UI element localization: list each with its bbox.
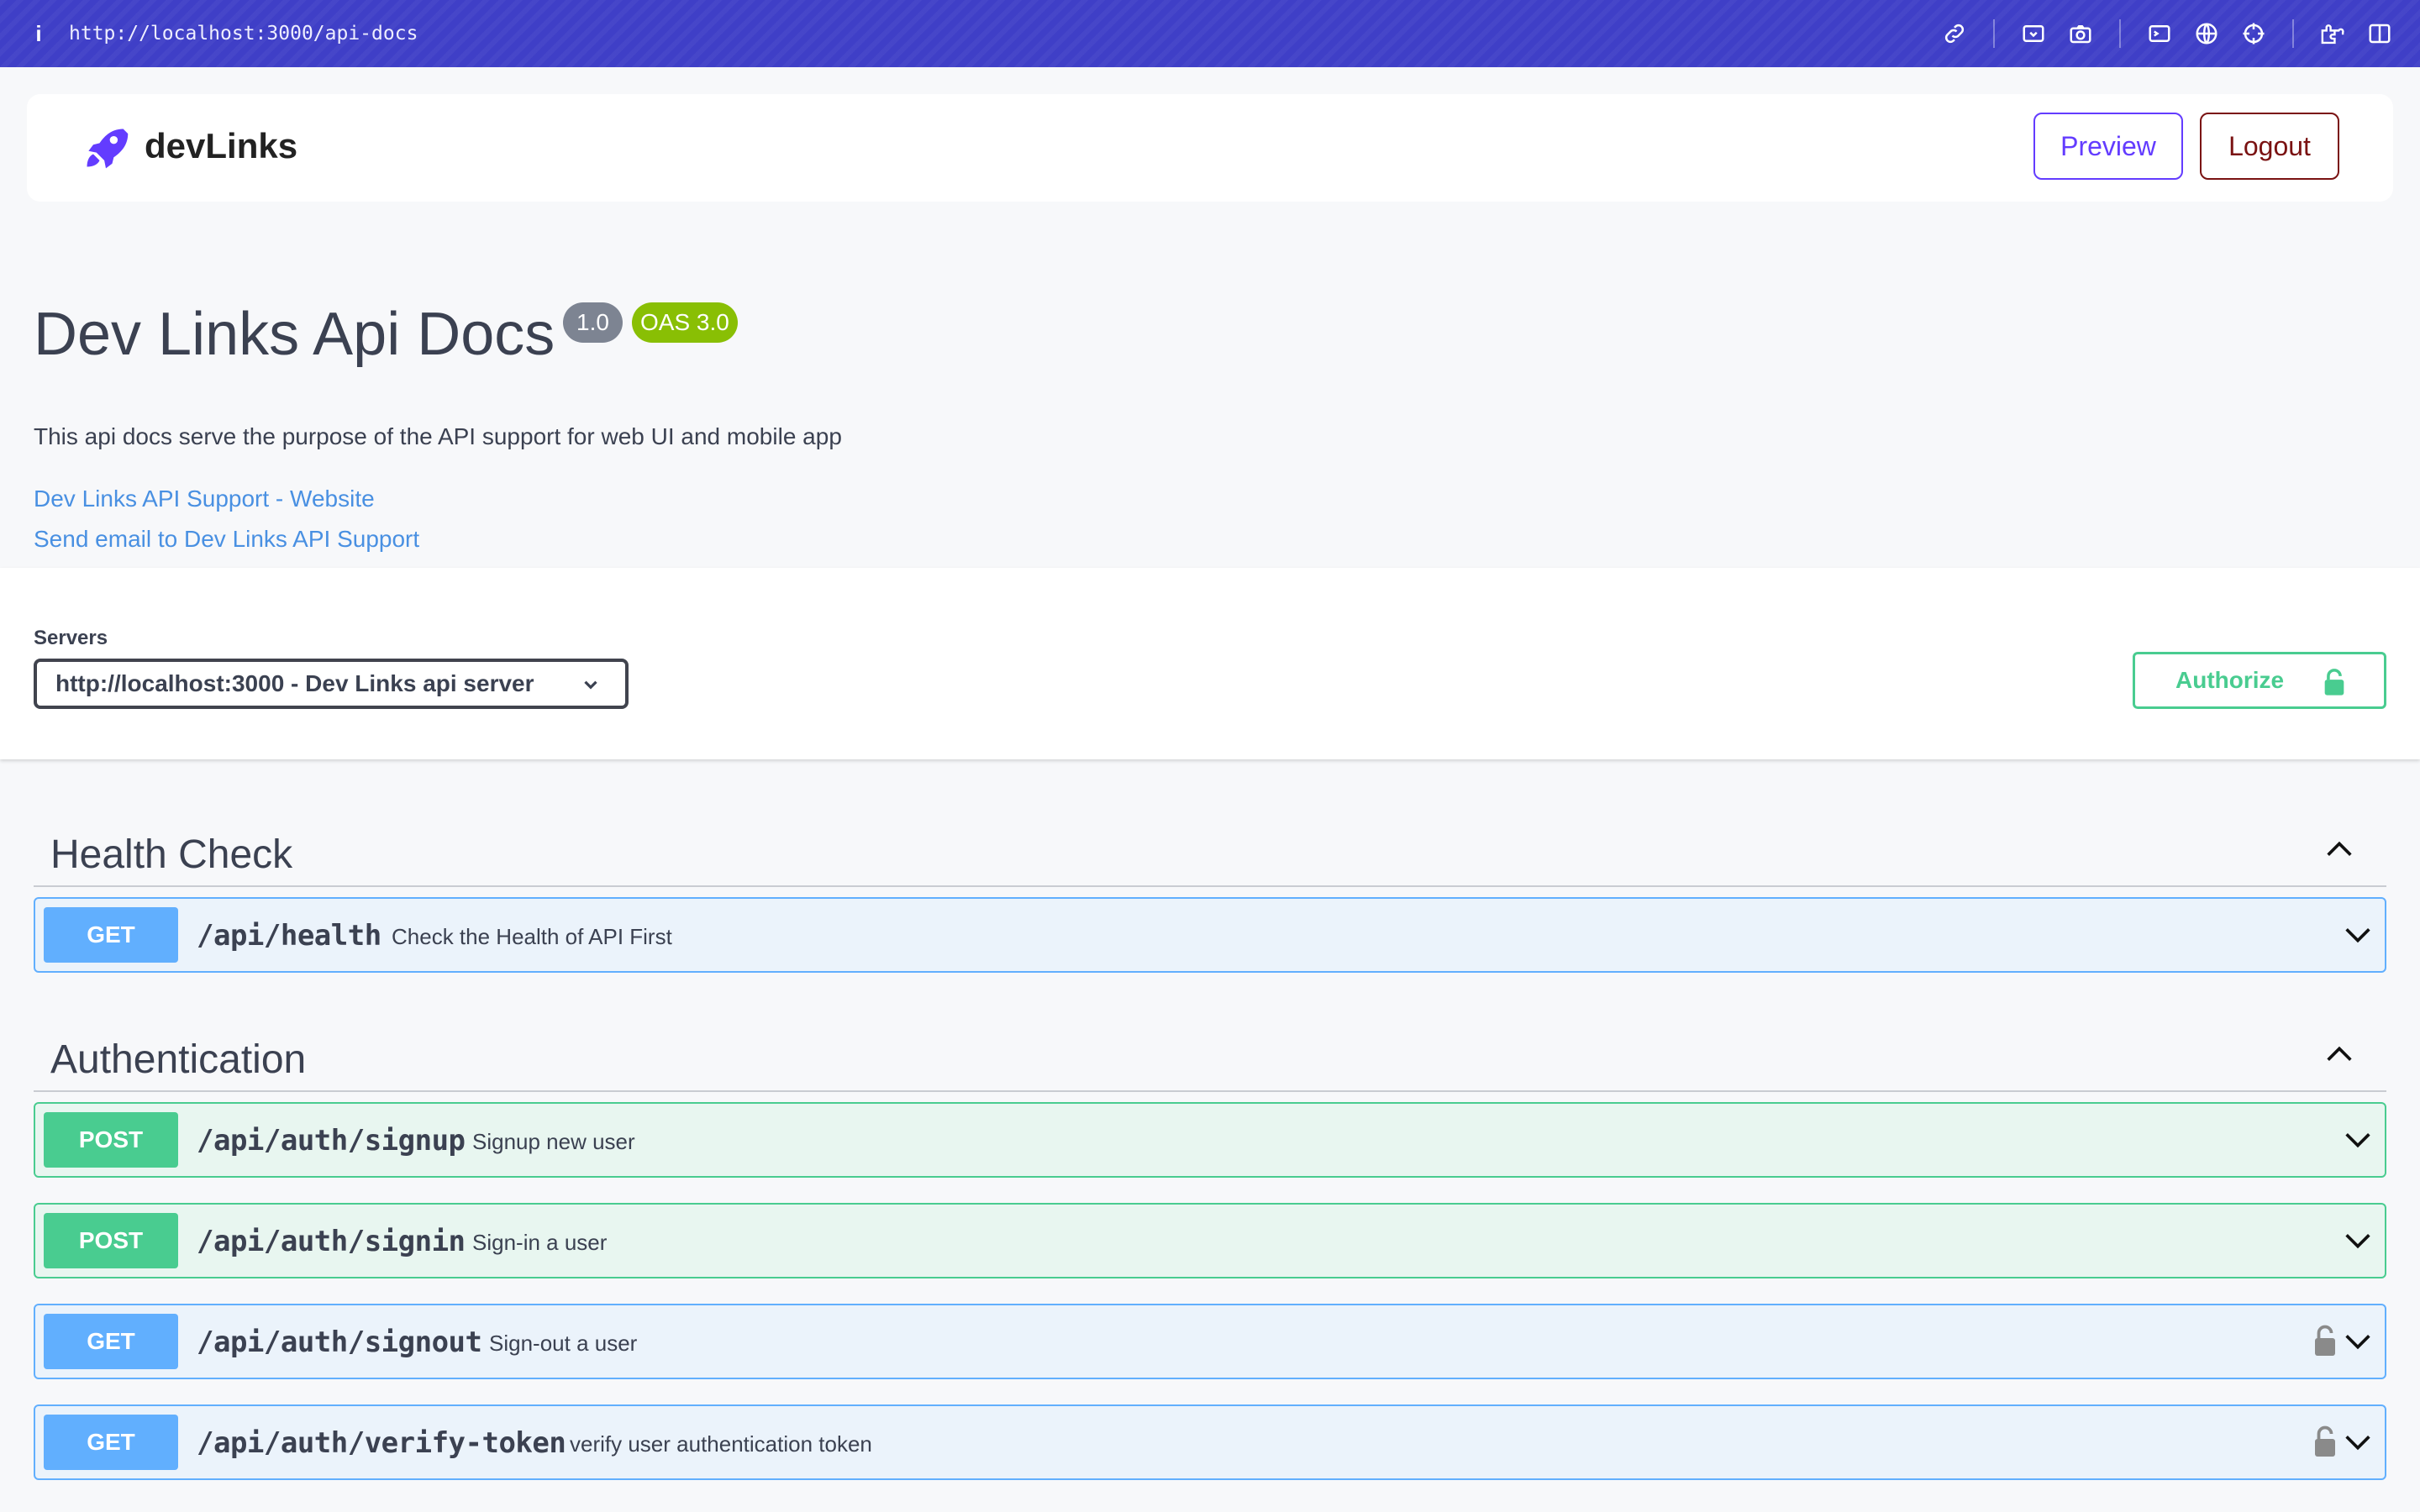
- method-badge: GET: [44, 907, 178, 963]
- browser-toolbar: [1931, 0, 2403, 67]
- operation-get-api-health[interactable]: GET /api/health Check the Health of API …: [34, 897, 2386, 973]
- info-icon[interactable]: i: [27, 21, 50, 47]
- operation-path: /api/auth/signup: [197, 1124, 466, 1158]
- tag-title: Authentication: [50, 1037, 307, 1082]
- operation-post-api-auth-signin[interactable]: POST /api/auth/signin Sign-in a user: [34, 1203, 2386, 1278]
- chevron-down-icon[interactable]: [2341, 1126, 2375, 1154]
- tag-header-authentication[interactable]: Authentication: [34, 1018, 2386, 1092]
- method-badge: GET: [44, 1314, 178, 1369]
- preview-button[interactable]: Preview: [2033, 113, 2183, 180]
- operation-summary: Sign-out a user: [489, 1331, 638, 1356]
- toolbar-divider: [1993, 19, 1995, 48]
- chevron-down-icon[interactable]: [2341, 1226, 2375, 1255]
- brand-name[interactable]: devLinks: [145, 126, 297, 166]
- website-link[interactable]: Dev Links API Support - Website: [34, 486, 375, 512]
- operation-path: /api/auth/verify-token: [197, 1426, 566, 1460]
- lock-icon: [2324, 669, 2344, 696]
- chevron-down-icon: [584, 680, 597, 690]
- app-header: devLinks Preview Logout: [27, 94, 2393, 202]
- operation-summary: Check the Health of API First: [392, 924, 672, 949]
- lock-icon[interactable]: [2312, 1324, 2338, 1357]
- tag-title: Health Check: [50, 832, 293, 877]
- screenshot-icon[interactable]: [2010, 0, 2057, 67]
- operation-summary: Sign-in a user: [472, 1230, 608, 1255]
- version-badge: 1.0: [563, 302, 623, 343]
- rocket-icon[interactable]: [81, 123, 131, 173]
- page-title: Dev Links Api Docs: [34, 301, 555, 368]
- address-bar-url[interactable]: http://localhost:3000/api-docs: [69, 23, 418, 45]
- authorize-button[interactable]: Authorize: [2133, 652, 2386, 709]
- tag-header-health-check[interactable]: Health Check: [34, 813, 2386, 887]
- chevron-down-icon[interactable]: [2341, 921, 2375, 949]
- crosshair-icon[interactable]: [2230, 0, 2277, 67]
- method-badge: POST: [44, 1213, 178, 1268]
- operation-get-api-auth-verify-token[interactable]: GET /api/auth/verify-token verify user a…: [34, 1404, 2386, 1480]
- toolbar-divider: [2119, 19, 2121, 48]
- method-badge: GET: [44, 1415, 178, 1470]
- chevron-up-icon[interactable]: [2323, 837, 2356, 862]
- method-badge: POST: [44, 1112, 178, 1168]
- chevron-down-icon[interactable]: [2341, 1428, 2375, 1457]
- link-icon[interactable]: [1931, 0, 1978, 67]
- operation-path: /api/auth/signin: [197, 1225, 466, 1258]
- servers-selected-value: http://localhost:3000 - Dev Links api se…: [55, 670, 534, 696]
- operation-path: /api/auth/signout: [197, 1326, 482, 1359]
- operation-summary: verify user authentication token: [570, 1431, 872, 1457]
- email-link[interactable]: Send email to Dev Links API Support: [34, 526, 419, 553]
- sidebar-toggle-icon[interactable]: [2356, 0, 2403, 67]
- oas-badge: OAS 3.0: [632, 302, 738, 343]
- scheme-container: Servers http://localhost:3000 - Dev Link…: [0, 568, 2420, 759]
- logout-button[interactable]: Logout: [2200, 113, 2339, 180]
- servers-select[interactable]: http://localhost:3000 - Dev Links api se…: [34, 659, 629, 709]
- globe-icon[interactable]: [2183, 0, 2230, 67]
- operation-summary: Signup new user: [472, 1129, 635, 1154]
- chevron-down-icon[interactable]: [2341, 1327, 2375, 1356]
- operation-path: /api/health: [197, 919, 381, 953]
- extensions-icon[interactable]: [2309, 0, 2356, 67]
- browser-bar: i http://localhost:3000/api-docs: [0, 0, 2420, 67]
- api-description: This api docs serve the purpose of the A…: [34, 423, 842, 449]
- operation-post-api-auth-signup[interactable]: POST /api/auth/signup Signup new user: [34, 1102, 2386, 1178]
- camera-icon[interactable]: [2057, 0, 2104, 67]
- servers-label: Servers: [34, 627, 108, 649]
- authorize-label: Authorize: [2175, 667, 2285, 693]
- toolbar-divider: [2292, 19, 2294, 48]
- lock-icon[interactable]: [2312, 1425, 2338, 1458]
- terminal-icon[interactable]: [2136, 0, 2183, 67]
- chevron-up-icon[interactable]: [2323, 1042, 2356, 1067]
- operation-get-api-auth-signout[interactable]: GET /api/auth/signout Sign-out a user: [34, 1304, 2386, 1379]
